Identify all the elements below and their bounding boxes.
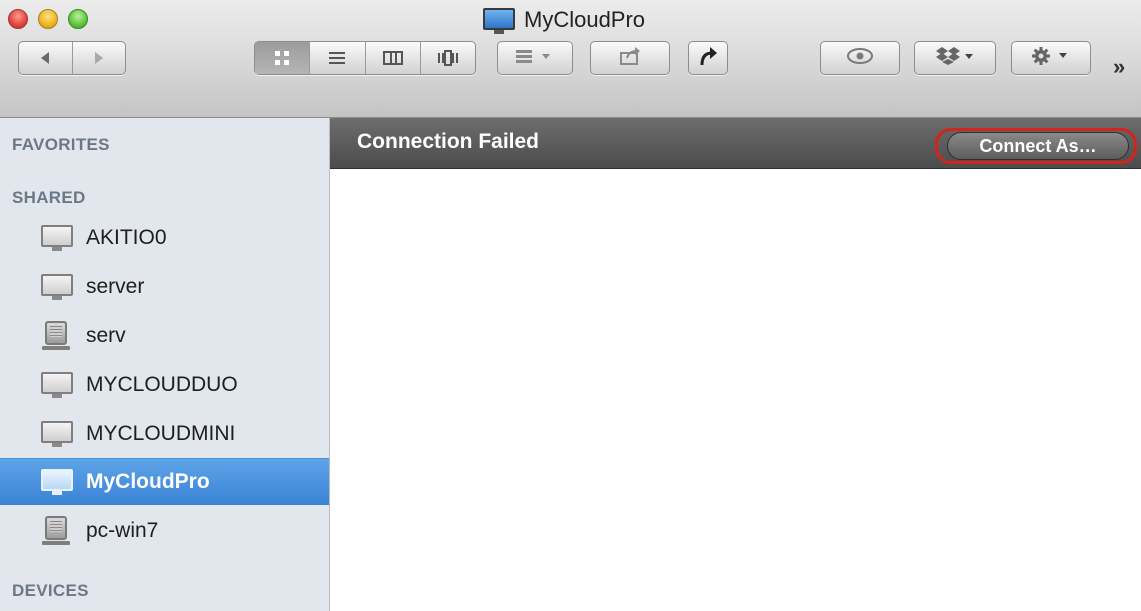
monitor-icon <box>40 370 74 400</box>
content-area <box>330 169 1141 611</box>
sidebar-item-server[interactable]: server <box>0 265 329 309</box>
section-header-devices[interactable]: DEVICES <box>12 581 89 601</box>
reply-arrow-icon <box>698 45 718 72</box>
section-header-favorites[interactable]: FAVORITES <box>12 135 110 155</box>
arrange-icon <box>514 48 556 69</box>
view-mode-control <box>254 41 476 75</box>
column-view-icon[interactable] <box>366 42 421 74</box>
sidebar-item-label: MyCloudPro <box>86 470 210 493</box>
icon-view-icon[interactable] <box>255 42 311 74</box>
list-view-icon[interactable] <box>310 42 366 74</box>
connection-status-text: Connection Failed <box>357 130 540 153</box>
connection-status-bar: Connection Failed Connect As… <box>330 118 1141 169</box>
pc-icon <box>40 321 74 351</box>
sidebar-item-label: AKITIO0 <box>86 226 167 249</box>
quicklook-button[interactable] <box>820 41 900 75</box>
sidebar-item-label: serv <box>86 324 126 347</box>
gear-icon <box>1029 45 1073 72</box>
window-toolbar: MyCloudPro » <box>0 0 1141 118</box>
monitor-icon <box>482 6 516 34</box>
monitor-icon <box>40 419 74 449</box>
monitor-icon <box>40 467 74 497</box>
section-header-shared[interactable]: SHARED <box>12 188 86 208</box>
back-arrow-icon[interactable] <box>19 42 73 74</box>
pc-icon <box>40 516 74 546</box>
share-icon <box>619 46 641 71</box>
share-button[interactable] <box>590 41 670 75</box>
sidebar-item-mycloudpro[interactable]: MyCloudPro <box>0 458 329 505</box>
action-button[interactable] <box>688 41 728 75</box>
sidebar-item-pc-win7[interactable]: pc-win7 <box>0 509 329 553</box>
connect-as-button[interactable]: Connect As… <box>947 132 1129 160</box>
toolbar-overflow-chevron[interactable]: » <box>1113 54 1125 80</box>
sidebar-item-label: MYCLOUDMINI <box>86 422 236 445</box>
eye-icon <box>846 47 874 70</box>
monitor-icon <box>40 272 74 302</box>
coverflow-view-icon[interactable] <box>421 42 475 74</box>
sidebar-item-serv[interactable]: serv <box>0 314 329 358</box>
forward-arrow-icon[interactable] <box>73 42 126 74</box>
sidebar-item-mycloudmini[interactable]: MYCLOUDMINI <box>0 412 329 456</box>
dropbox-icon <box>933 46 977 71</box>
window-title: MyCloudPro <box>482 6 645 34</box>
zoom-window-button[interactable] <box>68 9 88 29</box>
sidebar-item-label: pc-win7 <box>86 519 159 542</box>
close-window-button[interactable] <box>8 9 28 29</box>
action-menu-button[interactable] <box>1011 41 1091 75</box>
window-title-text: MyCloudPro <box>524 7 646 32</box>
monitor-icon <box>40 223 74 253</box>
back-forward-control <box>18 41 126 75</box>
sidebar-item-myclouddup[interactable]: MYCLOUDDUO <box>0 363 329 407</box>
arrange-button[interactable] <box>497 41 573 75</box>
dropbox-menu-button[interactable] <box>914 41 996 75</box>
sidebar-item-label: server <box>86 275 145 298</box>
minimize-window-button[interactable] <box>38 9 58 29</box>
sidebar-item-label: MYCLOUDDUO <box>86 373 238 396</box>
sidebar-item-akitio0[interactable]: AKITIO0 <box>0 216 329 260</box>
sidebar: FAVORITES SHARED AKITIO0 server serv MYC… <box>0 118 330 611</box>
